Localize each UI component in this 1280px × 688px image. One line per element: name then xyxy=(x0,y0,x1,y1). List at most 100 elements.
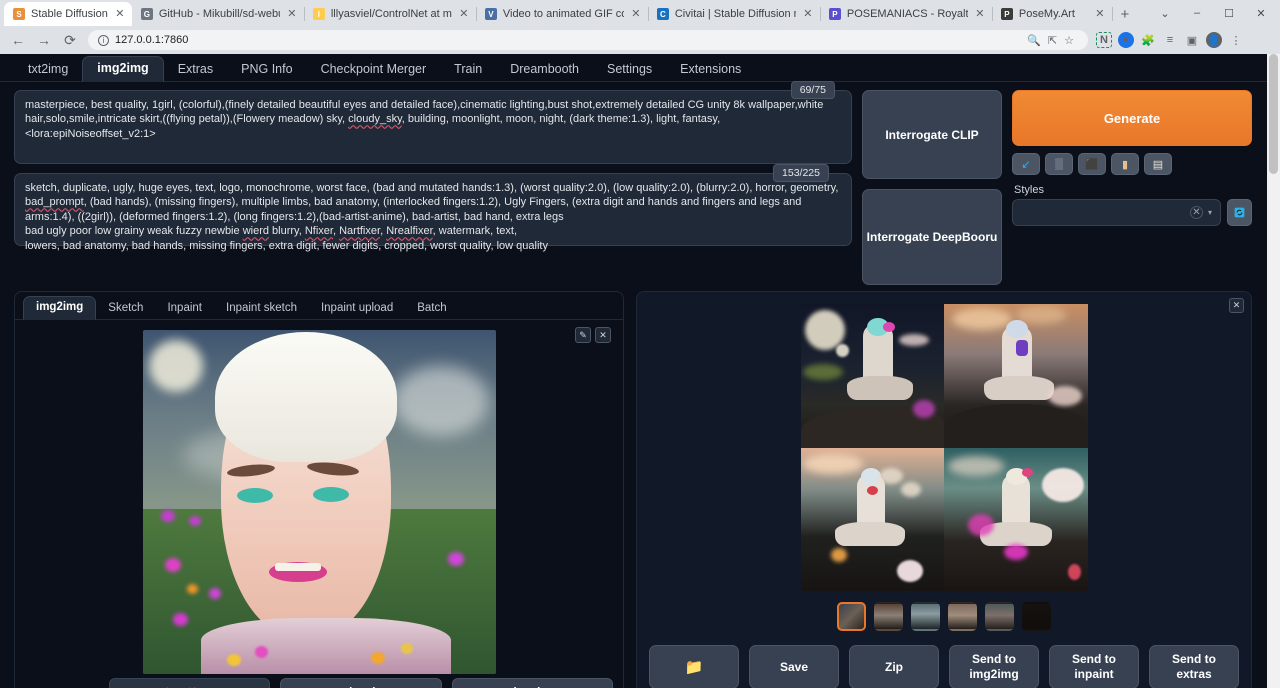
interrogate-clip-button[interactable]: Interrogate CLIP xyxy=(862,90,1002,179)
save-button[interactable]: Save xyxy=(749,645,839,688)
clear-prompt-icon[interactable]: ▒ xyxy=(1045,153,1073,175)
subtab-img2img[interactable]: img2img xyxy=(23,296,96,320)
browser-tab-1[interactable]: GGitHub - Mikubill/sd-webui-con✕ xyxy=(132,2,304,26)
positive-token-counter: 69/75 xyxy=(791,81,835,99)
sidepanel-icon[interactable]: ▣ xyxy=(1184,32,1200,48)
search-icon[interactable]: 🔍 xyxy=(1027,34,1041,47)
back-icon[interactable]: ← xyxy=(6,28,30,52)
puzzle-extensions-icon[interactable]: 🧩 xyxy=(1140,32,1156,48)
notion-extension-icon[interactable]: N xyxy=(1096,32,1112,48)
thumbnail-5-dark[interactable] xyxy=(1022,602,1051,631)
close-tab-icon[interactable]: ✕ xyxy=(802,9,814,20)
positive-prompt-input[interactable]: masterpiece, best quality, 1girl, (color… xyxy=(14,90,852,164)
save-style-icon[interactable]: ▤ xyxy=(1144,153,1172,175)
browser-tab-4[interactable]: CCivitai | Stable Diffusion models✕ xyxy=(648,2,820,26)
profile-avatar-icon[interactable]: 👤 xyxy=(1206,32,1222,48)
styles-dropdown[interactable]: ✕ ▾ xyxy=(1012,199,1221,226)
minimize-window-icon[interactable]: – xyxy=(1182,2,1212,24)
browser-tab-2[interactable]: llllyasviel/ControlNet at main✕ xyxy=(304,2,476,26)
generate-button[interactable]: Generate xyxy=(1012,90,1252,146)
paste-clipboard-icon[interactable]: ▮ xyxy=(1111,153,1139,175)
browser-tab-6[interactable]: PPoseMy.Art✕ xyxy=(992,2,1112,26)
read-generation-params-icon[interactable]: ⬛ xyxy=(1078,153,1106,175)
browser-tab-5[interactable]: PPOSEMANIACS - Royalty free 3✕ xyxy=(820,2,992,26)
chrome-menu-icon[interactable]: ⋮ xyxy=(1228,32,1244,48)
chevron-down-icon[interactable]: ▾ xyxy=(1208,208,1212,217)
styles-clear-icon[interactable]: ✕ xyxy=(1190,206,1203,219)
maximize-window-icon[interactable]: ☐ xyxy=(1214,2,1244,24)
copy-image-to-sketch[interactable]: sketch xyxy=(280,678,441,688)
reload-icon[interactable]: ⟳ xyxy=(58,28,82,52)
close-tab-icon[interactable]: ✕ xyxy=(974,9,986,20)
tab-dreambooth[interactable]: Dreambooth xyxy=(496,58,593,82)
browser-tab-title: lllyasviel/ControlNet at main xyxy=(331,8,452,20)
interrogate-deepbooru-button[interactable]: Interrogate DeepBooru xyxy=(862,189,1002,285)
edit-image-icon[interactable]: ✎ xyxy=(575,327,591,343)
address-bar-url: 127.0.0.1:7860 xyxy=(115,34,188,46)
close-icon[interactable]: ✕ xyxy=(1229,298,1244,313)
close-tab-icon[interactable]: ✕ xyxy=(1094,9,1106,20)
thumbnail-1[interactable] xyxy=(874,602,903,631)
result-image-grid[interactable] xyxy=(801,304,1088,591)
tab-train[interactable]: Train xyxy=(440,58,496,82)
send-to-inpaint-button-label: Send toinpaint xyxy=(1072,652,1116,682)
source-image[interactable] xyxy=(143,330,496,674)
apply-style-icon[interactable] xyxy=(1227,199,1252,226)
reading-list-icon[interactable]: ≡ xyxy=(1162,32,1178,48)
share-icon[interactable]: ⇱ xyxy=(1048,34,1057,47)
copy-image-to-inpaint[interactable]: inpaint xyxy=(452,678,613,688)
close-window-icon[interactable]: ✕ xyxy=(1246,2,1276,24)
paste-clipboard-icon-glyph: ▮ xyxy=(1122,158,1128,171)
gallery-action-buttons: 📁SaveZipSend toimg2img Send toinpaint Send… xyxy=(645,645,1243,688)
browser-tab-title: Stable Diffusion xyxy=(31,8,108,20)
remove-image-icon[interactable]: ✕ xyxy=(595,327,611,343)
page-scrollbar-thumb[interactable] xyxy=(1269,54,1278,174)
browser-tab-title: POSEMANIACS - Royalty free 3 xyxy=(847,8,968,20)
tab-checkpoint-merger[interactable]: Checkpoint Merger xyxy=(307,58,441,82)
image-tool-buttons: ✎✕ xyxy=(575,327,611,343)
minimize-to-tray-icon[interactable]: ⌄ xyxy=(1150,2,1180,24)
blue-circle-extension-icon[interactable]: ● xyxy=(1118,32,1134,48)
browser-tab-0[interactable]: SStable Diffusion✕ xyxy=(4,2,132,26)
close-tab-icon[interactable]: ✕ xyxy=(630,9,642,20)
open-folder-button[interactable]: 📁 xyxy=(649,645,739,688)
browser-tab-3[interactable]: VVideo to animated GIF converter✕ xyxy=(476,2,648,26)
address-bar[interactable]: i 127.0.0.1:7860 🔍 ⇱ ☆ xyxy=(88,30,1088,50)
restore-progress-icon[interactable]: ↙ xyxy=(1012,153,1040,175)
send-to-img2img-button[interactable]: Send toimg2img xyxy=(949,645,1039,688)
extension-icons: N ● 🧩 ≡ ▣ 👤 ⋮ xyxy=(1096,32,1244,48)
tab-txt2img[interactable]: txt2img xyxy=(14,58,82,82)
tab-extras[interactable]: Extras xyxy=(164,58,227,82)
zip-button[interactable]: Zip xyxy=(849,645,939,688)
close-tab-icon[interactable]: ✕ xyxy=(286,9,298,20)
browser-tab-title: Civitai | Stable Diffusion models xyxy=(675,8,796,20)
forward-icon[interactable]: → xyxy=(32,28,56,52)
negative-prompt-input[interactable]: sketch, duplicate, ugly, huge eyes, text… xyxy=(14,173,852,246)
thumbnail-3[interactable] xyxy=(948,602,977,631)
tab-settings[interactable]: Settings xyxy=(593,58,666,82)
prompt-area: masterpiece, best quality, 1girl, (color… xyxy=(0,82,1280,285)
thumbnail-grid-all[interactable] xyxy=(837,602,866,631)
send-to-inpaint-button[interactable]: Send toinpaint xyxy=(1049,645,1139,688)
subtab-sketch[interactable]: Sketch xyxy=(96,298,155,320)
subtab-inpaint-sketch[interactable]: Inpaint sketch xyxy=(214,298,309,320)
send-to-extras-button[interactable]: Send toextras xyxy=(1149,645,1239,688)
result-gallery-panel: ✕ xyxy=(636,291,1252,688)
page-scrollbar[interactable] xyxy=(1267,54,1280,688)
subtab-inpaint[interactable]: Inpaint xyxy=(155,298,214,320)
new-tab-button[interactable]: + xyxy=(1112,2,1138,26)
result-cell-3 xyxy=(801,448,945,592)
browser-toolbar: ← → ⟳ i 127.0.0.1:7860 🔍 ⇱ ☆ N ● 🧩 ≡ ▣ 👤… xyxy=(0,26,1280,54)
close-tab-icon[interactable]: ✕ xyxy=(114,9,126,20)
close-tab-icon[interactable]: ✕ xyxy=(458,9,470,20)
subtab-batch[interactable]: Batch xyxy=(405,298,458,320)
tab-png-info[interactable]: PNG Info xyxy=(227,58,306,82)
thumbnail-2[interactable] xyxy=(911,602,940,631)
thumbnail-4[interactable] xyxy=(985,602,1014,631)
styles-label: Styles xyxy=(1014,184,1252,196)
tab-img2img[interactable]: img2img xyxy=(82,56,163,82)
subtab-inpaint-upload[interactable]: Inpaint upload xyxy=(309,298,405,320)
tab-extensions[interactable]: Extensions xyxy=(666,58,755,82)
bookmark-star-icon[interactable]: ☆ xyxy=(1064,34,1074,47)
site-info-icon[interactable]: i xyxy=(98,35,109,46)
